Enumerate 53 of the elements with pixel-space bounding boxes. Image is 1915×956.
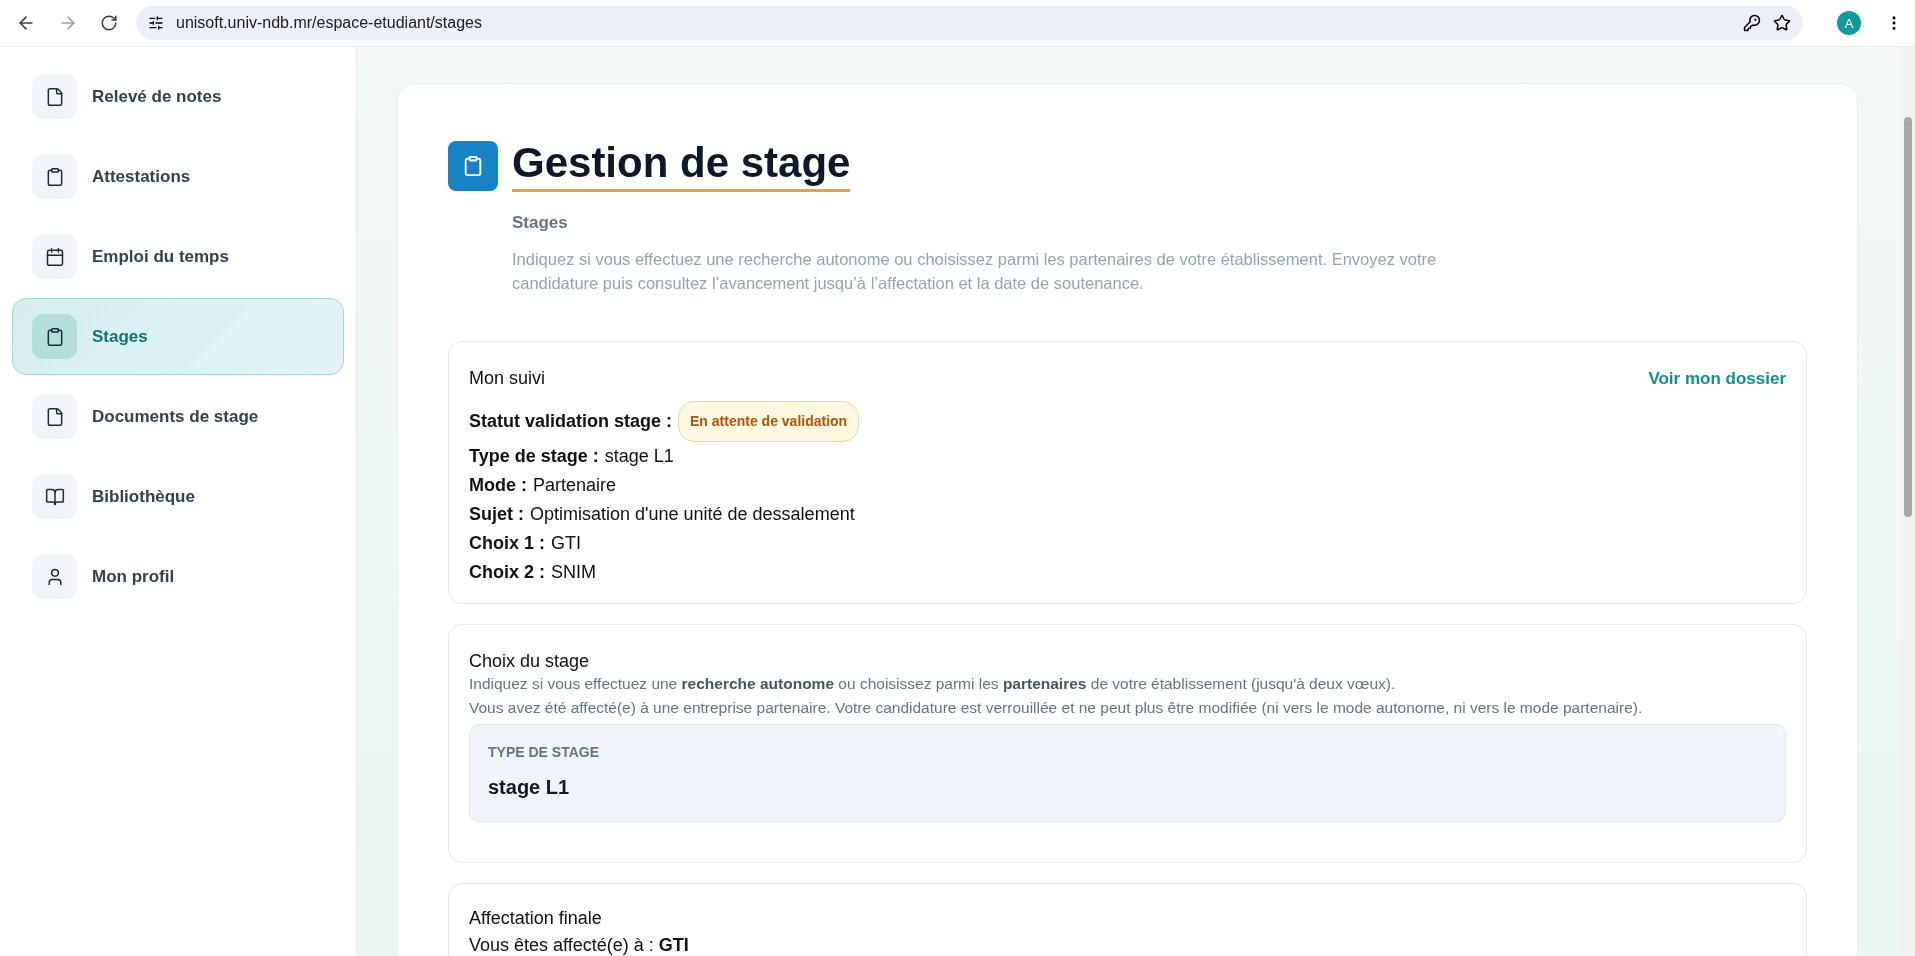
page-subtitle: Stages [512, 213, 569, 234]
book-icon [32, 474, 77, 519]
bookmark-star-icon[interactable] [1773, 14, 1791, 32]
sidebar-item-label: Mon profil [92, 566, 175, 587]
field-value: Optimisation d'une unité de dessalement [530, 503, 855, 527]
site-settings-icon[interactable] [148, 15, 164, 31]
clipboard-icon [32, 154, 77, 199]
sidebar-item-label: Attestations [92, 166, 191, 187]
sidebar-item[interactable]: Documents de stage [12, 378, 344, 455]
field-label: Choix 2 : [469, 561, 545, 585]
user-icon [32, 554, 77, 599]
panel-title: Affectation finale [469, 908, 603, 930]
field-value: GTI [551, 532, 581, 556]
assignment-text: Vous êtes affecté(e) à : GTI [469, 935, 689, 956]
scrollbar[interactable] [1900, 47, 1915, 956]
sidebar-item[interactable]: Attestations [12, 138, 344, 215]
field-label: Choix 1 : [469, 532, 545, 556]
sidebar-item[interactable]: Emploi du temps [12, 218, 344, 295]
reload-icon[interactable] [100, 14, 118, 32]
field-value: stage L1 [604, 445, 674, 469]
field-label: Sujet : [469, 503, 524, 527]
sidebar-item-label: Bibliothèque [92, 486, 195, 507]
panel-title: Choix du stage [469, 651, 591, 673]
panel-title: Mon suivi [469, 368, 546, 390]
panel-note: Vous avez été affecté(e) à une entreprise partenaire. Votre candidature est verrouillée et ne peut plus être modifiée (ni vers le mode autonome, ni vers le mode partenaire). [469, 699, 1643, 717]
field-value: stage L1 [488, 776, 571, 800]
url-text: unisoft.univ-ndb.mr/espace-etudiant/stages [176, 14, 482, 32]
sidebar-item-label: Stages [92, 326, 148, 347]
sidebar-item-label: Emploi du temps [92, 246, 229, 267]
page-title: Gestion de stage [512, 139, 851, 193]
sidebar-item-label: Documents de stage [92, 406, 259, 427]
file-icon [32, 394, 77, 439]
field-value: SNIM [551, 561, 596, 585]
dossier-link[interactable]: Voir mon dossier [1648, 368, 1786, 389]
sidebar-item[interactable]: Relevé de notes [12, 58, 344, 135]
address-bar[interactable]: unisoft.univ-ndb.mr/espace-etudiant/stages [136, 6, 1803, 40]
file-icon [32, 74, 77, 119]
sidebar-item-label: Relevé de notes [92, 86, 222, 107]
field-label: Statut validation stage : [469, 410, 673, 434]
sidebar-item[interactable]: Stages [12, 298, 344, 375]
sidebar-item[interactable]: Mon profil [12, 538, 344, 615]
field-label: TYPE DE STAGE [488, 744, 600, 761]
sidebar-item[interactable]: Bibliothèque [12, 458, 344, 535]
clipboard-icon [32, 314, 77, 359]
calendar-icon [32, 234, 77, 279]
field-label: Mode : [469, 474, 527, 498]
clipboard-icon [448, 141, 498, 191]
field-label: Type de stage : [469, 445, 599, 469]
page-description: Indiquez si vous effectuez une recherche autonome ou choisissez parmi les partenaires de votre établissement. Envoyez votre candidature puis consultez l’avancement jusqu’à l’affectation et la date de soutenance. [512, 249, 1438, 295]
field-value: Partenaire [533, 474, 617, 498]
panel-note: Indiquez si vous effectuez une recherche autonome ou choisissez parmi les partenaires de votre établissement (jusqu'à deux vœux). [469, 675, 1396, 693]
key-icon[interactable] [1743, 14, 1761, 32]
status-badge: En attente de validation [678, 401, 860, 443]
